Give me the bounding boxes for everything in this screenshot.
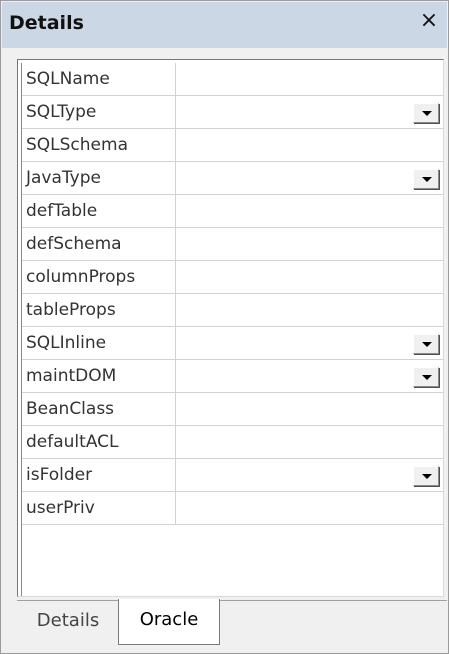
dropdown-button[interactable] [413, 334, 439, 354]
property-name: defaultACL [22, 426, 176, 458]
property-row[interactable]: BeanClass [22, 393, 443, 426]
dropdown-button[interactable] [413, 103, 439, 123]
dropdown-button[interactable] [413, 367, 439, 387]
property-value[interactable] [176, 96, 443, 128]
chevron-down-icon [422, 474, 432, 479]
panel-title: Details [9, 12, 84, 34]
property-value[interactable] [176, 261, 443, 293]
property-grid: SQLName SQLType SQLSchema JavaType defTable d… [17, 59, 444, 597]
property-name: SQLType [22, 96, 176, 128]
close-icon[interactable]: × [417, 9, 441, 33]
property-name: maintDOM [22, 360, 176, 392]
property-value[interactable] [176, 195, 443, 227]
property-value[interactable] [176, 393, 443, 425]
property-name: JavaType [22, 162, 176, 194]
property-value[interactable] [176, 162, 443, 194]
property-row[interactable]: userPriv [22, 492, 443, 525]
property-name: userPriv [22, 492, 176, 524]
property-name: SQLInline [22, 327, 176, 359]
tab-oracle[interactable]: Oracle [118, 599, 220, 645]
property-row[interactable]: SQLSchema [22, 129, 443, 162]
property-value[interactable] [176, 327, 443, 359]
property-row[interactable]: SQLName [22, 63, 443, 96]
tab-details[interactable]: Details [18, 600, 118, 645]
property-row[interactable]: maintDOM [22, 360, 443, 393]
details-panel: Details × SQLName SQLType SQLSchema JavaTyp… [0, 0, 449, 654]
panel-titlebar: Details × [2, 2, 447, 48]
property-name: SQLSchema [22, 129, 176, 161]
property-value[interactable] [176, 426, 443, 458]
dropdown-button[interactable] [413, 169, 439, 189]
property-row[interactable]: SQLType [22, 96, 443, 129]
dropdown-button[interactable] [413, 466, 439, 486]
property-grid-body: SQLName SQLType SQLSchema JavaType defTable d… [21, 63, 443, 596]
property-name: isFolder [22, 459, 176, 491]
property-name: columnProps [22, 261, 176, 293]
chevron-down-icon [422, 375, 432, 380]
property-row[interactable]: isFolder [22, 459, 443, 492]
property-name: BeanClass [22, 393, 176, 425]
property-row[interactable]: defSchema [22, 228, 443, 261]
property-value[interactable] [176, 294, 443, 326]
chevron-down-icon [422, 177, 432, 182]
property-name: tableProps [22, 294, 176, 326]
property-value[interactable] [176, 63, 443, 95]
property-value[interactable] [176, 129, 443, 161]
property-value[interactable] [176, 228, 443, 260]
tab-bar: Details Oracle [2, 599, 447, 653]
property-value[interactable] [176, 459, 443, 491]
property-name: defSchema [22, 228, 176, 260]
property-row[interactable]: columnProps [22, 261, 443, 294]
property-name: defTable [22, 195, 176, 227]
property-row[interactable]: JavaType [22, 162, 443, 195]
property-row[interactable]: defaultACL [22, 426, 443, 459]
property-row[interactable]: tableProps [22, 294, 443, 327]
property-name: SQLName [22, 63, 176, 95]
chevron-down-icon [422, 111, 432, 116]
property-row[interactable]: SQLInline [22, 327, 443, 360]
chevron-down-icon [422, 342, 432, 347]
property-value[interactable] [176, 492, 443, 524]
property-value[interactable] [176, 360, 443, 392]
property-row[interactable]: defTable [22, 195, 443, 228]
